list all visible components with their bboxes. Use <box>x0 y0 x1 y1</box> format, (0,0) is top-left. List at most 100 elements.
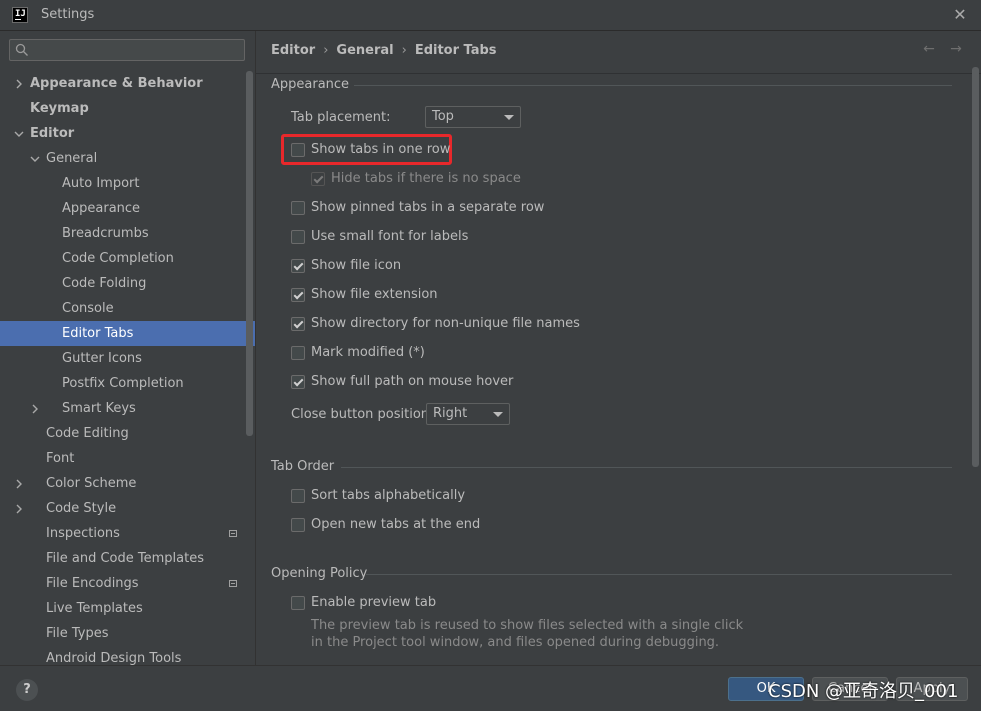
close-button-position-select[interactable]: Right <box>426 403 510 425</box>
sidebar-item-file-and-code-templates[interactable]: File and Code Templates <box>0 546 255 571</box>
settings-tree: Appearance & Behavior Keymap Editor General… <box>0 71 255 665</box>
sidebar-item-keymap[interactable]: Keymap <box>0 96 255 121</box>
checkbox-label: Show file extension <box>311 287 438 302</box>
section-title-appearance: Appearance <box>271 77 350 92</box>
sidebar-item-label: Code Editing <box>46 426 129 441</box>
sidebar-item-smart-keys[interactable]: Smart Keys <box>0 396 255 421</box>
checkbox-box[interactable] <box>311 172 325 186</box>
chevron-right-icon[interactable] <box>30 404 40 414</box>
chevron-right-icon[interactable] <box>14 79 24 89</box>
checkbox-box[interactable] <box>291 230 305 244</box>
chevron-down-icon[interactable] <box>14 129 24 139</box>
checkbox-box[interactable] <box>291 375 305 389</box>
search-input[interactable] <box>36 41 240 61</box>
checkbox-label: Open new tabs at the end <box>311 517 481 532</box>
sidebar-item-breadcrumbs[interactable]: Breadcrumbs <box>0 221 255 246</box>
breadcrumb-separator-icon: › <box>401 43 407 58</box>
sidebar-item-code-completion[interactable]: Code Completion <box>0 246 255 271</box>
section-title-tab-order: Tab Order <box>271 459 335 474</box>
sidebar-item-label: Smart Keys <box>62 401 136 416</box>
checkbox-box[interactable] <box>291 489 305 503</box>
checkbox-label: Show directory for non-unique file names <box>311 316 580 331</box>
arrow-right-icon[interactable]: → <box>948 41 964 57</box>
window-title: Settings <box>41 7 95 22</box>
sidebar-item-editor-tabs[interactable]: Editor Tabs <box>0 321 255 346</box>
checkbox-label: Mark modified (*) <box>311 345 425 360</box>
breadcrumb-separator-icon: › <box>323 43 329 58</box>
logo-text: IJ <box>15 9 26 19</box>
search-icon <box>15 43 28 56</box>
sidebar-item-auto-import[interactable]: Auto Import <box>0 171 255 196</box>
sidebar-item-code-editing[interactable]: Code Editing <box>0 421 255 446</box>
sidebar-item-label: File and Code Templates <box>46 551 204 566</box>
close-icon[interactable]: ✕ <box>951 6 969 24</box>
breadcrumb-item-editor[interactable]: Editor <box>271 43 315 58</box>
section-divider <box>366 574 952 575</box>
checkbox-box[interactable] <box>291 259 305 273</box>
sidebar-item-appearance-behavior[interactable]: Appearance & Behavior <box>0 71 255 96</box>
sidebar-item-inspections[interactable]: Inspections <box>0 521 255 546</box>
section-divider <box>354 85 952 86</box>
help-button[interactable]: ? <box>16 679 38 701</box>
breadcrumb-item-editor-tabs: Editor Tabs <box>414 43 497 58</box>
sidebar-item-label: Live Templates <box>46 601 143 616</box>
sidebar-item-code-folding[interactable]: Code Folding <box>0 271 255 296</box>
checkbox-box[interactable] <box>291 596 305 610</box>
sidebar-scrollbar[interactable] <box>246 71 253 436</box>
sidebar-item-label: Appearance & Behavior <box>30 76 203 91</box>
sidebar-item-label: Gutter Icons <box>62 351 142 366</box>
checkbox-box[interactable] <box>291 288 305 302</box>
tab-placement-select[interactable]: Top <box>425 106 521 128</box>
project-scope-icon <box>229 530 237 537</box>
checkbox-box[interactable] <box>291 518 305 532</box>
sidebar-item-label: File Encodings <box>46 576 139 591</box>
sidebar-item-label: Editor <box>30 126 75 141</box>
checkbox-label: Show full path on mouse hover <box>311 374 514 389</box>
sidebar-item-postfix-completion[interactable]: Postfix Completion <box>0 371 255 396</box>
sidebar-item-android-design-tools[interactable]: Android Design Tools <box>0 646 255 665</box>
checkbox-box[interactable] <box>291 143 305 157</box>
sidebar-item-label: Code Completion <box>62 251 174 266</box>
checkbox-label: Show pinned tabs in a separate row <box>311 200 545 215</box>
sidebar-item-label: Breadcrumbs <box>62 226 149 241</box>
close-button-position-label: Close button position: <box>291 407 434 422</box>
arrow-left-icon[interactable]: ← <box>921 41 937 57</box>
watermark: CSDN @亚奇洛贝_001 <box>768 681 959 702</box>
checkbox-label: Sort tabs alphabetically <box>311 488 466 503</box>
sidebar-item-label: Postfix Completion <box>62 376 184 391</box>
chevron-down-icon[interactable] <box>30 154 40 164</box>
chevron-right-icon[interactable] <box>14 479 24 489</box>
sidebar-item-color-scheme[interactable]: Color Scheme <box>0 471 255 496</box>
preview-description-line2: in the Project tool window, and files op… <box>311 635 720 650</box>
checkbox-label: Show file icon <box>311 258 402 273</box>
sidebar-item-appearance[interactable]: Appearance <box>0 196 255 221</box>
checkbox-box[interactable] <box>291 201 305 215</box>
sidebar-item-label: Keymap <box>30 101 89 116</box>
sidebar-item-label: Code Style <box>46 501 117 516</box>
intellij-logo-icon: IJ <box>12 7 28 23</box>
sidebar-item-code-style[interactable]: Code Style <box>0 496 255 521</box>
checkbox-label: Hide tabs if there is no space <box>331 171 521 186</box>
tab-placement-value: Top <box>432 109 454 124</box>
checkbox-label: Enable preview tab <box>311 595 437 610</box>
sidebar-item-label: Color Scheme <box>46 476 137 491</box>
dropdown-arrow-icon <box>493 412 503 417</box>
chevron-right-icon[interactable] <box>14 504 24 514</box>
sidebar-item-label: Inspections <box>46 526 120 541</box>
sidebar-item-console[interactable]: Console <box>0 296 255 321</box>
sidebar-item-font[interactable]: Font <box>0 446 255 471</box>
search-box[interactable] <box>9 39 245 61</box>
breadcrumb-divider <box>256 73 981 74</box>
checkbox-box[interactable] <box>291 317 305 331</box>
breadcrumb-item-general[interactable]: General <box>336 43 393 58</box>
sidebar-item-file-types[interactable]: File Types <box>0 621 255 646</box>
checkbox-box[interactable] <box>291 346 305 360</box>
sidebar-item-gutter-icons[interactable]: Gutter Icons <box>0 346 255 371</box>
sidebar-item-editor[interactable]: Editor <box>0 121 255 146</box>
settings-content: Editor › General › Editor Tabs ← → Appearanc… <box>256 31 981 665</box>
content-scrollbar[interactable] <box>972 67 979 467</box>
sidebar-item-file-encodings[interactable]: File Encodings <box>0 571 255 596</box>
sidebar-item-general[interactable]: General <box>0 146 255 171</box>
sidebar-item-live-templates[interactable]: Live Templates <box>0 596 255 621</box>
sidebar-item-label: Code Folding <box>62 276 147 291</box>
